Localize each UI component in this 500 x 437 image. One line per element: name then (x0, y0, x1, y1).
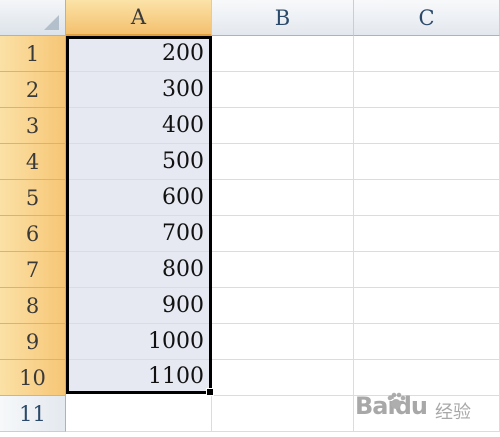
cell-c9[interactable] (354, 324, 500, 360)
row-header-3[interactable]: 3 (0, 108, 66, 144)
select-all-corner[interactable] (0, 0, 66, 36)
cell-a9[interactable]: 1000 (66, 324, 212, 360)
cell-a4[interactable]: 500 (66, 144, 212, 180)
watermark-text: 经验 (435, 402, 471, 423)
row-header-11[interactable]: 11 (0, 396, 66, 432)
cell-a10[interactable]: 1100 (66, 360, 212, 394)
cell-b9[interactable] (212, 324, 354, 360)
column-header-c[interactable]: C (354, 0, 500, 36)
row-header-8[interactable]: 8 (0, 288, 66, 324)
cell-b8[interactable] (212, 288, 354, 324)
select-all-triangle-icon (44, 15, 59, 30)
cell-b4[interactable] (212, 144, 354, 180)
row-header-6[interactable]: 6 (0, 216, 66, 252)
cell-c3[interactable] (354, 108, 500, 144)
cell-c1[interactable] (354, 36, 500, 72)
cell-b6[interactable] (212, 216, 354, 252)
cell-a6[interactable]: 700 (66, 216, 212, 252)
cell-b11[interactable] (212, 396, 354, 432)
cell-b1[interactable] (212, 36, 354, 72)
cell-a7[interactable]: 800 (66, 252, 212, 288)
column-header-a[interactable]: A (66, 0, 212, 36)
row-header-9[interactable]: 9 (0, 324, 66, 360)
cell-a3[interactable]: 400 (66, 108, 212, 144)
cell-b7[interactable] (212, 252, 354, 288)
spreadsheet-grid: A B C 1 2 3 4 5 6 7 8 9 10 11 200 300 40… (0, 0, 500, 437)
cell-a5[interactable]: 600 (66, 180, 212, 216)
cell-b3[interactable] (212, 108, 354, 144)
cell-a8[interactable]: 900 (66, 288, 212, 324)
cell-c7[interactable] (354, 252, 500, 288)
cell-a2[interactable]: 300 (66, 72, 212, 108)
cell-c2[interactable] (354, 72, 500, 108)
cell-c6[interactable] (354, 216, 500, 252)
cell-b2[interactable] (212, 72, 354, 108)
watermark: Baidu 经验 (355, 386, 495, 434)
cell-a1[interactable]: 200 (66, 36, 212, 72)
paw-icon (387, 392, 406, 409)
cell-b10[interactable] (212, 360, 354, 396)
cell-a11[interactable] (66, 396, 212, 432)
row-header-7[interactable]: 7 (0, 252, 66, 288)
row-header-2[interactable]: 2 (0, 72, 66, 108)
row-header-4[interactable]: 4 (0, 144, 66, 180)
cell-c8[interactable] (354, 288, 500, 324)
cell-b5[interactable] (212, 180, 354, 216)
cell-c5[interactable] (354, 180, 500, 216)
row-header-5[interactable]: 5 (0, 180, 66, 216)
fill-handle[interactable] (206, 388, 214, 396)
row-header-1[interactable]: 1 (0, 36, 66, 72)
cell-c4[interactable] (354, 144, 500, 180)
column-header-b[interactable]: B (212, 0, 354, 36)
row-header-10[interactable]: 10 (0, 360, 66, 396)
